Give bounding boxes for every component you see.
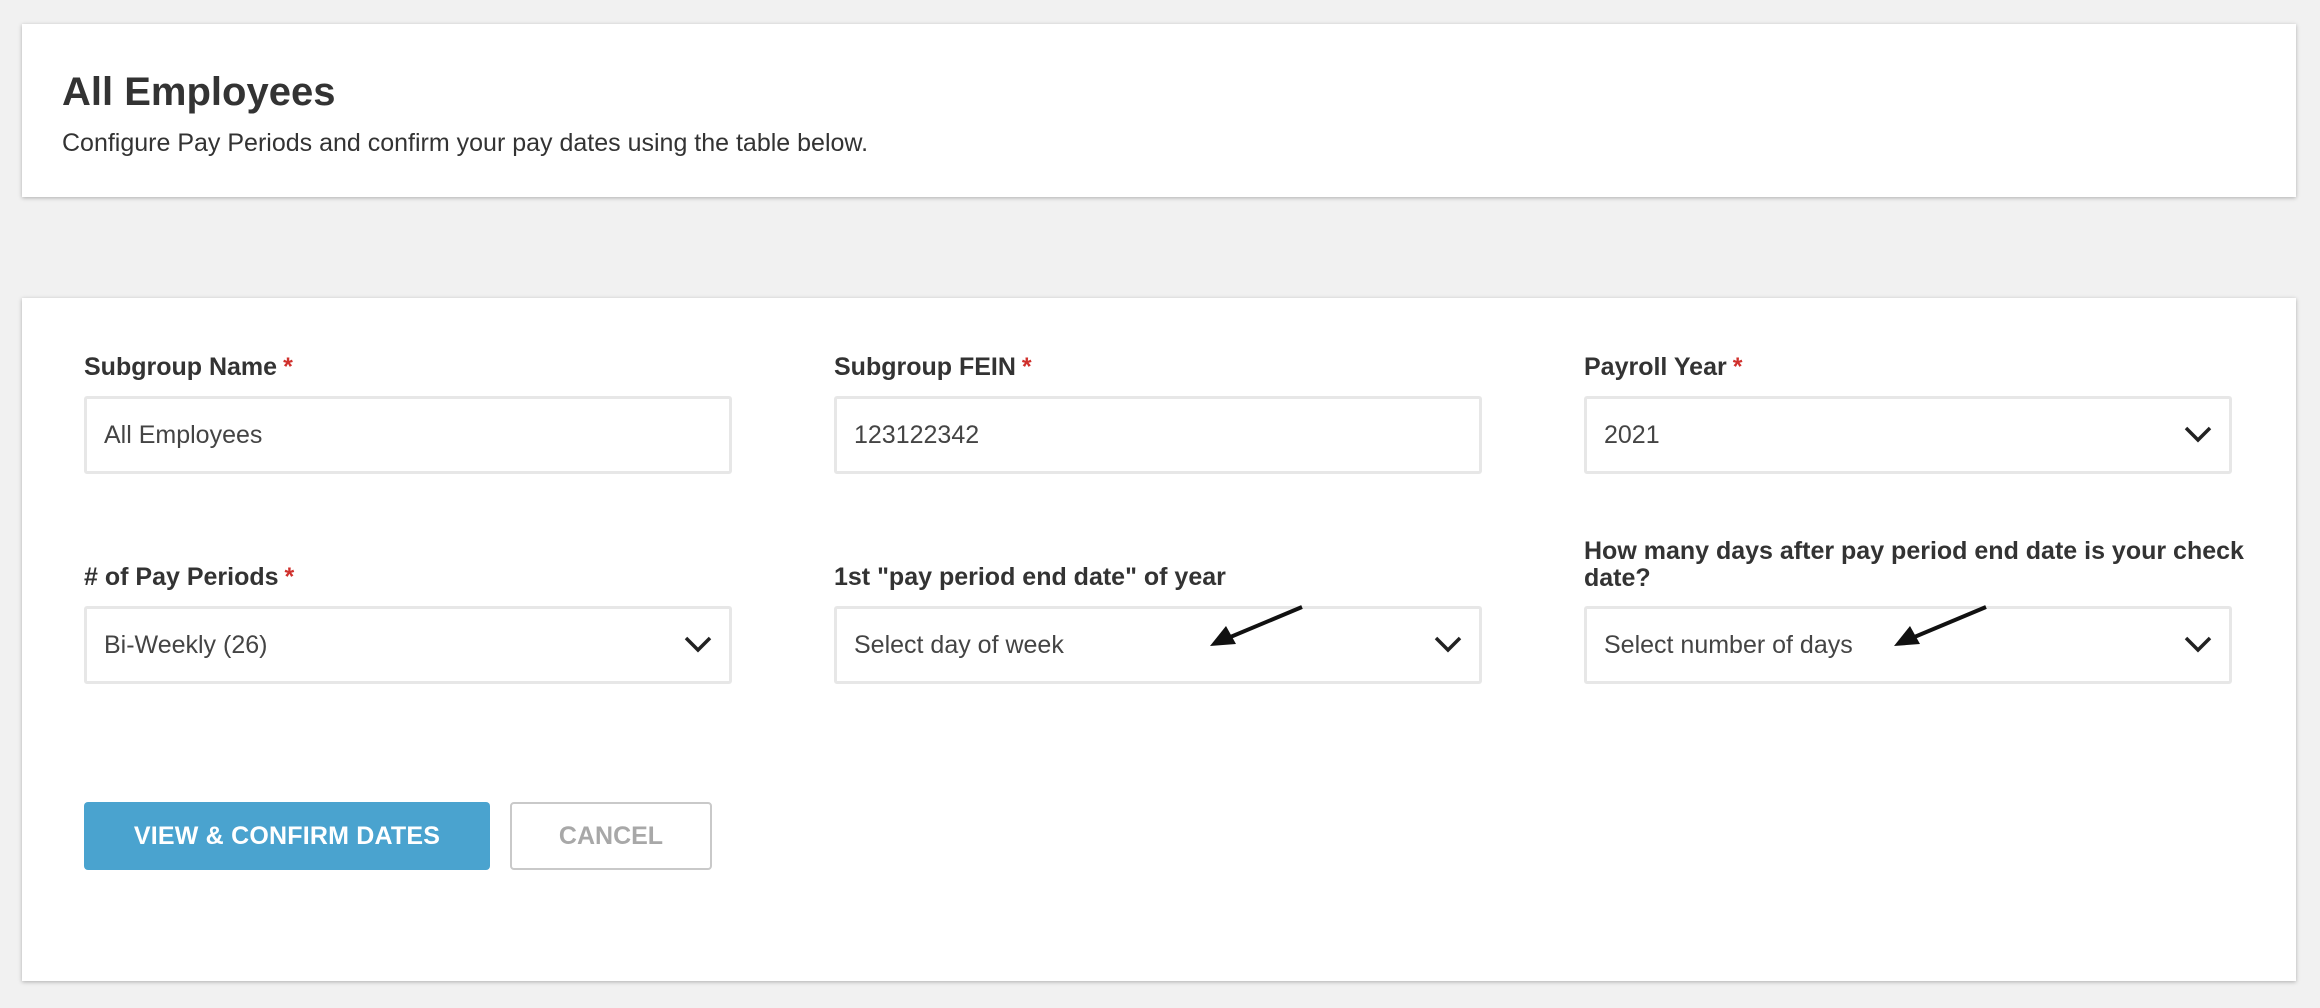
subgroup-name-input-box[interactable] (84, 396, 732, 474)
chevron-down-icon[interactable] (2183, 423, 2213, 445)
required-mark: * (1732, 353, 1743, 381)
pay-periods-value: Bi-Weekly (26) (104, 631, 268, 659)
payroll-year-label: Payroll Year * (1584, 353, 1743, 381)
page-header-card: All Employees Configure Pay Periods and … (22, 24, 2296, 197)
subgroup-name-input[interactable] (104, 399, 664, 471)
chevron-down-icon[interactable] (683, 633, 713, 655)
chevron-down-icon[interactable] (2183, 633, 2213, 655)
first-end-date-placeholder: Select day of week (854, 631, 1064, 659)
arrow-annotation-icon (1210, 605, 1303, 646)
first-end-date-label: 1st "pay period end date" of year (834, 563, 1226, 591)
required-mark: * (283, 353, 293, 381)
view-confirm-dates-button[interactable]: VIEW & CONFIRM DATES (84, 802, 490, 870)
page-title: All Employees (62, 70, 336, 114)
check-days-placeholder: Select number of days (1604, 631, 1853, 659)
cancel-button[interactable]: CANCEL (510, 802, 712, 870)
pay-period-form: Subgroup Name* Subgroup FEIN* Payroll Ye… (22, 298, 2296, 981)
required-mark: * (284, 563, 295, 591)
pay-periods-label: # of Pay Periods * (84, 563, 295, 591)
chevron-down-icon[interactable] (1433, 633, 1463, 655)
subgroup-name-label: Subgroup Name * (84, 353, 293, 381)
arrow-annotation-icon (1894, 605, 1987, 646)
subgroup-fein-input[interactable] (854, 399, 1414, 471)
payroll-year-value: 2021 (1604, 421, 1660, 449)
required-mark: * (1021, 353, 1032, 381)
page-subtitle: Configure Pay Periods and confirm your p… (62, 129, 869, 157)
check-days-label: How many days after pay period end date … (1584, 537, 2244, 592)
payroll-year-select[interactable]: 2021 (1584, 396, 2232, 474)
subgroup-fein-input-box[interactable] (834, 396, 1482, 474)
first-end-date-select[interactable]: Select day of week (834, 606, 1482, 684)
subgroup-fein-label: Subgroup FEIN * (834, 353, 1032, 381)
pay-periods-select[interactable]: Bi-Weekly (26) (84, 606, 732, 684)
